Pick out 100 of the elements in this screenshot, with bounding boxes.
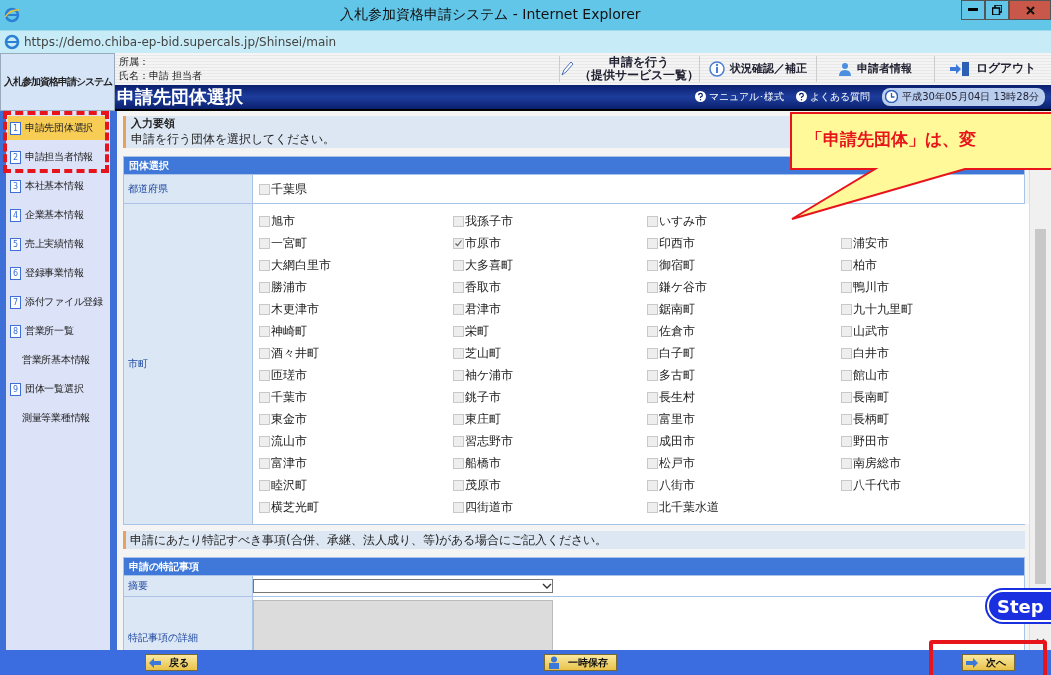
checkbox[interactable]: [841, 369, 852, 381]
sidebar-item[interactable]: 5 売上実績情報: [8, 232, 106, 256]
checkbox[interactable]: [647, 435, 658, 447]
sidebar-item[interactable]: 8 営業所一覧: [8, 319, 106, 343]
checkbox-label: 長柄町: [853, 410, 889, 428]
sidebar-item[interactable]: 3 本社基本情報: [8, 174, 106, 198]
checkbox[interactable]: [259, 281, 270, 293]
checkbox[interactable]: [453, 413, 464, 425]
checkbox-label: 南房総市: [853, 454, 901, 472]
checkbox-label: 多古町: [659, 366, 695, 384]
nav-link[interactable]: 申請を行う （提供サービス一覧）: [559, 55, 699, 83]
checkbox[interactable]: [841, 281, 852, 293]
person-icon: [838, 61, 853, 76]
system-name: 入札参加資格申請システム: [0, 53, 115, 111]
checkbox[interactable]: [453, 501, 464, 513]
close-button[interactable]: [1009, 0, 1051, 20]
checkbox[interactable]: [647, 479, 658, 491]
checkbox[interactable]: [259, 325, 270, 337]
checkbox[interactable]: [259, 457, 270, 469]
checkbox[interactable]: [453, 347, 464, 359]
help-link[interactable]: よくある質問: [796, 89, 871, 104]
checkbox[interactable]: [647, 369, 658, 381]
checkbox[interactable]: [259, 391, 270, 403]
checkbox[interactable]: [647, 281, 658, 293]
checkbox[interactable]: [259, 303, 270, 315]
help-link[interactable]: マニュアル･様式: [695, 89, 785, 104]
checkbox-label: 鎌ケ谷市: [659, 278, 707, 296]
footer-button[interactable]: 次へ: [962, 654, 1015, 671]
checkbox[interactable]: [841, 479, 852, 491]
checkbox-label: 佐倉市: [659, 322, 695, 340]
sidebar-item[interactable]: 6 登録事業情報: [8, 261, 106, 285]
checkbox[interactable]: [841, 347, 852, 359]
checkbox[interactable]: [453, 215, 464, 227]
checkbox[interactable]: [647, 237, 658, 249]
checkbox[interactable]: [841, 435, 852, 447]
nav-link[interactable]: ログアウト: [933, 55, 1051, 83]
checkbox[interactable]: [647, 325, 658, 337]
checkbox[interactable]: [453, 237, 464, 249]
nav-link[interactable]: 状況確認／補正: [699, 55, 817, 83]
sidebar-subitem[interactable]: 測量等業種情報: [8, 406, 106, 430]
checkbox[interactable]: [259, 413, 270, 425]
clock-icon: [885, 90, 899, 104]
checkbox[interactable]: [647, 215, 658, 227]
checkbox[interactable]: [453, 325, 464, 337]
checkbox[interactable]: [841, 457, 852, 469]
checkbox-label: 君津市: [465, 300, 501, 318]
checkbox-label: 香取市: [465, 278, 501, 296]
checkbox[interactable]: [647, 259, 658, 271]
checkbox[interactable]: [259, 369, 270, 381]
nav-link[interactable]: 申請者情報: [816, 55, 934, 83]
checkbox[interactable]: [647, 413, 658, 425]
checkbox-label: 柏市: [853, 256, 877, 274]
field-label: 特記事項の詳細: [124, 597, 253, 651]
minimize-button[interactable]: [961, 0, 985, 20]
checkbox[interactable]: [453, 457, 464, 469]
browser-logo-icon: [4, 7, 20, 23]
checkbox[interactable]: [453, 479, 464, 491]
checkbox[interactable]: [259, 479, 270, 491]
restore-button[interactable]: [985, 0, 1009, 20]
checkbox[interactable]: [647, 501, 658, 513]
footer-button[interactable]: 戻る: [145, 654, 198, 671]
checkbox[interactable]: [841, 237, 852, 249]
checkbox[interactable]: [841, 325, 852, 337]
checkbox[interactable]: [259, 347, 270, 359]
scrollbar-thumb[interactable]: [1035, 229, 1046, 585]
sidebar-item[interactable]: 2 申請担当者情報: [8, 145, 106, 169]
affiliation-label: 所属：: [119, 54, 150, 69]
sidebar-item[interactable]: 7 添付ファイル登録: [8, 290, 106, 314]
checkbox-label: 印西市: [659, 234, 695, 252]
checkbox[interactable]: [841, 413, 852, 425]
sidebar-item[interactable]: 4 企業基本情報: [8, 203, 106, 227]
checkbox-label: 鴨川市: [853, 278, 889, 296]
checkbox[interactable]: [259, 435, 270, 447]
checkbox[interactable]: [259, 259, 270, 271]
checkbox[interactable]: [647, 457, 658, 469]
sidebar-item[interactable]: 9 団体一覧選択: [8, 377, 106, 401]
address-bar[interactable]: https://demo.chiba-ep-bid.supercals.jp/Shinsei/main: [24, 35, 337, 49]
sidebar-subitem[interactable]: 営業所基本情報: [8, 348, 106, 372]
summary-dropdown[interactable]: [253, 579, 553, 593]
checkbox[interactable]: [259, 183, 270, 195]
checkbox[interactable]: [259, 501, 270, 513]
user-name: 氏名：申請 担当者: [119, 68, 204, 83]
checkbox[interactable]: [841, 391, 852, 403]
checkbox[interactable]: [841, 303, 852, 315]
checkbox[interactable]: [259, 237, 270, 249]
checkbox[interactable]: [647, 391, 658, 403]
footer-button[interactable]: 一時保存: [543, 654, 617, 671]
checkbox[interactable]: [259, 215, 270, 227]
checkbox[interactable]: [841, 259, 852, 271]
checkbox[interactable]: [453, 281, 464, 293]
checkbox[interactable]: [453, 391, 464, 403]
sidebar-item[interactable]: 1 申請先団体選択: [8, 116, 106, 140]
checkbox[interactable]: [453, 303, 464, 315]
checkbox[interactable]: [647, 303, 658, 315]
checkbox-label: 流山市: [271, 432, 307, 450]
step-badge: Step: [987, 590, 1051, 622]
checkbox[interactable]: [647, 347, 658, 359]
checkbox[interactable]: [453, 435, 464, 447]
checkbox[interactable]: [453, 259, 464, 271]
checkbox[interactable]: [453, 369, 464, 381]
